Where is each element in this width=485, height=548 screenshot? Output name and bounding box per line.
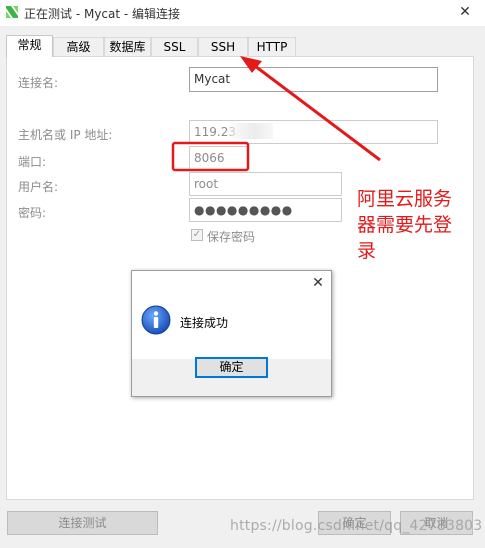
tab-ssl[interactable]: SSL xyxy=(151,37,198,56)
tab-ssh[interactable]: SSH xyxy=(198,37,248,56)
message-close-icon[interactable]: ✕ xyxy=(308,275,328,291)
redaction-blur xyxy=(227,123,273,139)
password-input[interactable]: ●●●●●●●●● xyxy=(189,198,342,222)
save-password-label: 保存密码 xyxy=(207,230,256,244)
message-text: 连接成功 xyxy=(180,316,229,330)
annotation-line-2: 器需要先登 xyxy=(357,214,453,236)
host-label: 主机名或 IP 地址: xyxy=(18,128,113,142)
username-label: 用户名: xyxy=(18,180,59,194)
tab-advanced[interactable]: 高级 xyxy=(53,37,104,56)
window-title: 正在测试 - Mycat - 编辑连接 xyxy=(24,7,181,21)
password-label: 密码: xyxy=(18,206,47,220)
username-input[interactable]: root xyxy=(189,172,342,196)
tab-general[interactable]: 常规 xyxy=(6,35,53,57)
connection-name-input[interactable]: Mycat xyxy=(189,67,438,92)
message-ok-button[interactable]: 确定 xyxy=(195,357,268,378)
annotation-text: 阿里云服务 器需要先登 录 xyxy=(357,186,469,264)
info-icon xyxy=(141,305,171,335)
test-connection-button[interactable]: 连接测试 xyxy=(7,511,158,535)
message-footer: 确定 xyxy=(132,357,331,396)
annotation-line-3: 录 xyxy=(357,240,377,262)
annotation-line-1: 阿里云服务 xyxy=(357,188,453,210)
window-close-icon[interactable]: ✕ xyxy=(455,3,475,21)
connection-name-label: 连接名: xyxy=(18,76,59,90)
tab-database[interactable]: 数据库 xyxy=(104,37,151,56)
port-label: 端口: xyxy=(18,155,47,169)
save-password-checkbox[interactable]: ✓ xyxy=(191,229,203,241)
navicat-app-icon xyxy=(6,6,18,18)
title-bar: 正在测试 - Mycat - 编辑连接 ✕ xyxy=(0,0,485,26)
port-input[interactable]: 8066 xyxy=(189,146,248,170)
tab-http[interactable]: HTTP xyxy=(248,37,296,56)
success-message-box: ✕ 连接成功 确定 xyxy=(131,270,332,397)
csdn-watermark: https://blog.csdn.net/qq_42783803 xyxy=(230,518,483,534)
